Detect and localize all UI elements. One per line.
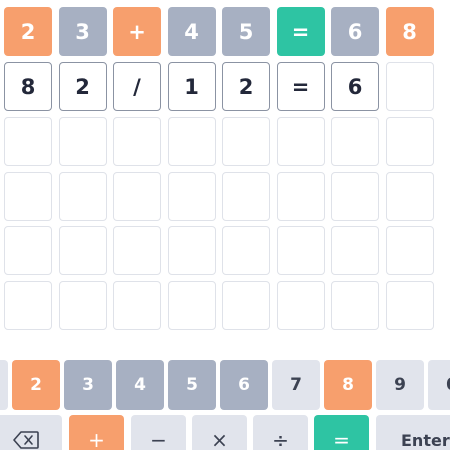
key-0[interactable]: 0 <box>428 360 450 410</box>
board-tile <box>4 281 52 330</box>
enter-key[interactable]: Enter <box>376 415 450 450</box>
board-tile <box>385 172 434 221</box>
board-tile: = <box>276 7 325 56</box>
board-tile: 8 <box>385 7 434 56</box>
board-tile <box>58 172 107 221</box>
key-label: − <box>150 428 167 450</box>
backspace-icon <box>13 431 39 449</box>
board-tile <box>113 117 161 166</box>
board-tile: 6 <box>331 7 379 56</box>
key-plus[interactable]: + <box>69 415 124 450</box>
board-tile <box>4 117 52 166</box>
board-tile <box>222 281 270 330</box>
key-4[interactable]: 4 <box>116 360 164 410</box>
board-tile: = <box>276 62 325 111</box>
backspace-key[interactable] <box>0 415 62 450</box>
key-9[interactable]: 9 <box>376 360 424 410</box>
board-tile <box>222 117 270 166</box>
key-6[interactable]: 6 <box>220 360 268 410</box>
board-tile <box>4 226 52 275</box>
board-tile: 2 <box>4 7 52 56</box>
board-tile: / <box>113 62 161 111</box>
board-tile <box>58 281 107 330</box>
board-tile: 2 <box>222 62 270 111</box>
key-minus[interactable]: − <box>131 415 186 450</box>
board-tile <box>167 117 216 166</box>
board-tile: 8 <box>4 62 52 111</box>
board-tile: + <box>113 7 161 56</box>
board-tile <box>58 226 107 275</box>
board-tile <box>167 226 216 275</box>
key-label: ÷ <box>272 428 289 450</box>
key-equals[interactable]: = <box>314 415 369 450</box>
board-tile <box>4 172 52 221</box>
board-tile <box>385 62 434 111</box>
board-tile: 1 <box>167 62 216 111</box>
board-tile <box>167 172 216 221</box>
key-2[interactable]: 2 <box>12 360 60 410</box>
board-tile <box>385 226 434 275</box>
board-tile <box>331 172 379 221</box>
key-label: × <box>211 428 228 450</box>
board-tile <box>113 172 161 221</box>
key-label: + <box>88 428 105 450</box>
key-7[interactable]: 7 <box>272 360 320 410</box>
board-tile <box>331 117 379 166</box>
board-tile: 3 <box>58 7 107 56</box>
board-tile <box>276 172 325 221</box>
key-multiply[interactable]: × <box>192 415 247 450</box>
board-tile <box>58 117 107 166</box>
key-1[interactable]: 1 <box>0 360 8 410</box>
board-tile <box>167 281 216 330</box>
board-tile <box>331 226 379 275</box>
board-tile <box>113 281 161 330</box>
key-3[interactable]: 3 <box>64 360 112 410</box>
board-tile <box>222 172 270 221</box>
key-divide[interactable]: ÷ <box>253 415 308 450</box>
board-tile <box>385 117 434 166</box>
board-tile <box>276 226 325 275</box>
key-label: = <box>333 428 350 450</box>
board-tile: 5 <box>222 7 270 56</box>
board-tile <box>222 226 270 275</box>
board-tile: 4 <box>167 7 216 56</box>
board-tile <box>276 117 325 166</box>
board-tile: 2 <box>58 62 107 111</box>
key-5[interactable]: 5 <box>168 360 216 410</box>
board-tile <box>331 281 379 330</box>
key-8[interactable]: 8 <box>324 360 372 410</box>
board-tile: 6 <box>331 62 379 111</box>
board-tile <box>113 226 161 275</box>
game-page: 2 3 + 4 5 = 6 8 8 2 / 1 2 = 6 2 3 4 5 6 … <box>0 0 450 450</box>
board-tile <box>276 281 325 330</box>
board-tile <box>385 281 434 330</box>
